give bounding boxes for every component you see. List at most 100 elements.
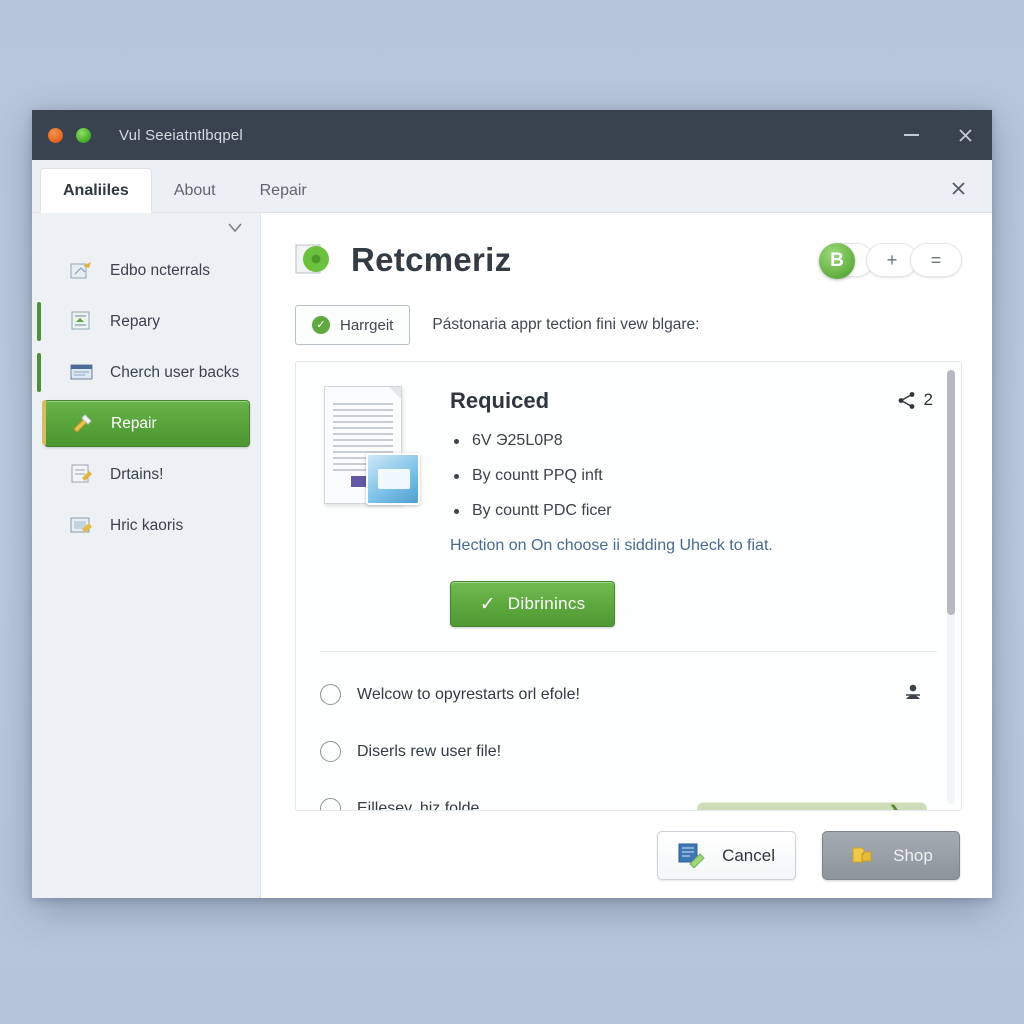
status-badge-label: Harrgeit bbox=[340, 316, 394, 334]
sidebar-item-drtains[interactable]: Drtains! bbox=[44, 451, 250, 498]
share-control[interactable]: 2 bbox=[897, 390, 933, 410]
check-circle-icon: ✓ bbox=[312, 316, 330, 334]
tab-close-button[interactable] bbox=[944, 174, 972, 202]
option-list: Welcow to opyrestarts orl efole! Diserls… bbox=[296, 652, 961, 811]
option-label: Welcow to opyrestarts orl efole! bbox=[357, 685, 580, 703]
window-icon bbox=[70, 361, 96, 385]
tab-repair[interactable]: Repair bbox=[238, 168, 329, 213]
share-count: 2 bbox=[923, 390, 933, 409]
detail-card: 2 Requiced 6V Э25L0P8 By countt PPQ inft… bbox=[295, 361, 962, 811]
card-body: 2 Requiced 6V Э25L0P8 By countt PPQ inft… bbox=[450, 384, 937, 627]
card-title: Requiced bbox=[450, 388, 550, 413]
option-row-1[interactable]: Welcow to opyrestarts orl efole! bbox=[320, 666, 937, 723]
page-fold bbox=[389, 387, 401, 399]
title-bar: Vul Seeiatntlbqpel bbox=[32, 110, 992, 160]
sidebar-item-label: Drtains! bbox=[110, 465, 164, 483]
chevron-right-icon: › bbox=[889, 792, 899, 811]
tab-about[interactable]: About bbox=[152, 168, 238, 213]
scrollbar-thumb[interactable] bbox=[947, 370, 955, 615]
app-window: Vul Seeiatntlbqpel Analiiles About Repai… bbox=[32, 110, 992, 898]
window-title: Vul Seeiatntlbqpel bbox=[119, 126, 243, 144]
cancel-label: Cancel bbox=[722, 845, 775, 865]
sidebar-item-label: Repair bbox=[111, 414, 157, 432]
list-item: By countt PDC ficer bbox=[450, 502, 937, 520]
primary-action-label: Dibrinincs bbox=[507, 594, 586, 613]
tab-label: About bbox=[173, 181, 216, 199]
sidebar: Edbo ncterrals Repary Cherch user backs … bbox=[32, 213, 261, 898]
minimize-icon bbox=[903, 134, 919, 136]
sidebar-accent-bar bbox=[37, 302, 41, 341]
view-toggle-group: B + = bbox=[809, 243, 962, 279]
sidebar-accent-bar bbox=[37, 353, 41, 392]
share-icon bbox=[898, 391, 914, 409]
minimize-button[interactable] bbox=[884, 110, 938, 160]
sidebar-item-label: Repary bbox=[110, 312, 160, 330]
person-icon[interactable] bbox=[905, 682, 921, 707]
option-label: Diserls rew user file! bbox=[357, 742, 502, 760]
footer-actions: Cancel Shop bbox=[295, 831, 962, 880]
card-top: 2 Requiced 6V Э25L0P8 By countt PPQ inft… bbox=[296, 362, 961, 645]
main-content: Retcmeriz B + = ✓ Harrgeit Pástonaria ap… bbox=[261, 213, 992, 898]
primary-action-button[interactable]: ✓ Dibrinincs bbox=[450, 581, 615, 627]
note-icon bbox=[70, 463, 96, 487]
puzzle-icon bbox=[849, 842, 879, 870]
chevron-down-icon bbox=[228, 223, 242, 233]
shop-button[interactable]: Shop bbox=[822, 831, 960, 880]
radio-button[interactable] bbox=[320, 684, 341, 705]
screen-root: Vul Seeiatntlbqpel Analiiles About Repai… bbox=[0, 0, 1024, 1024]
card-bullet-list: 6V Э25L0P8 By countt PPQ inft By countt … bbox=[450, 432, 937, 520]
tab-bar: Analiiles About Repair bbox=[32, 160, 992, 213]
page-title: Retcmeriz bbox=[351, 241, 512, 278]
window-controls bbox=[884, 110, 992, 160]
content-header: Retcmeriz B + = bbox=[295, 241, 962, 279]
image-badge-icon bbox=[366, 453, 420, 505]
sidebar-item-label: Edbo ncterrals bbox=[110, 261, 210, 279]
archive-icon bbox=[70, 310, 96, 334]
sidebar-list: Edbo ncterrals Repary Cherch user backs … bbox=[32, 247, 260, 549]
toggle-equals-button[interactable]: = bbox=[910, 243, 962, 277]
toggle-b-knob: B bbox=[819, 243, 855, 279]
equals-icon: = bbox=[930, 249, 942, 270]
close-icon bbox=[951, 181, 965, 195]
tab-analiiles[interactable]: Analiiles bbox=[40, 168, 152, 213]
folder-icon bbox=[70, 514, 96, 538]
progress-bar[interactable]: › bbox=[697, 794, 927, 810]
close-icon bbox=[958, 128, 972, 142]
document-image-icon bbox=[320, 386, 420, 511]
radio-button[interactable] bbox=[320, 741, 341, 762]
restore-icon bbox=[678, 842, 708, 870]
tools-icon bbox=[71, 412, 97, 436]
sidebar-item-label: Hric kaoris bbox=[110, 516, 184, 534]
check-icon: ✓ bbox=[479, 593, 496, 615]
option-row-3[interactable]: Eillesey, hiz folde... › bbox=[320, 780, 937, 811]
sidebar-item-hric-kaoris[interactable]: Hric kaoris bbox=[44, 502, 250, 549]
sidebar-item-label: Cherch user backs bbox=[110, 363, 240, 381]
status-row: ✓ Harrgeit Pástonaria appr tection fini … bbox=[295, 305, 962, 345]
window-dot-orange[interactable] bbox=[48, 127, 63, 143]
card-note: Hection on On choose ii sidding Uheck to… bbox=[450, 537, 773, 554]
option-row-2[interactable]: Diserls rew user file! bbox=[320, 723, 937, 780]
status-badge[interactable]: ✓ Harrgeit bbox=[295, 305, 411, 345]
tab-label: Repair bbox=[259, 181, 307, 199]
sidebar-item-repary[interactable]: Repary bbox=[37, 298, 250, 345]
export-icon bbox=[70, 259, 96, 283]
list-item: By countt PPQ inft bbox=[450, 467, 937, 485]
window-body: Edbo ncterrals Repary Cherch user backs … bbox=[32, 213, 992, 898]
shop-label: Shop bbox=[893, 845, 933, 865]
tab-label: Analiiles bbox=[63, 181, 129, 199]
sidebar-item-cherch-user-backs[interactable]: Cherch user backs bbox=[37, 349, 250, 396]
sidebar-item-repair[interactable]: Repair bbox=[42, 400, 250, 447]
sidebar-item-edbo-ncterrals[interactable]: Edbo ncterrals bbox=[44, 247, 250, 294]
close-button[interactable] bbox=[938, 110, 992, 160]
list-item: 6V Э25L0P8 bbox=[450, 432, 937, 450]
option-label: Eillesey, hiz folde... bbox=[357, 799, 493, 811]
window-dot-green[interactable] bbox=[76, 127, 91, 143]
radio-button[interactable] bbox=[320, 798, 341, 810]
green-disc-icon bbox=[295, 243, 331, 277]
card-scrollbar[interactable] bbox=[947, 370, 955, 804]
sidebar-accent-bar bbox=[42, 400, 46, 445]
sidebar-collapse-button[interactable] bbox=[224, 217, 246, 239]
status-description: Pástonaria appr tection fini vew blgare: bbox=[432, 316, 700, 333]
plus-icon: + bbox=[886, 249, 898, 270]
cancel-button[interactable]: Cancel bbox=[657, 831, 796, 880]
